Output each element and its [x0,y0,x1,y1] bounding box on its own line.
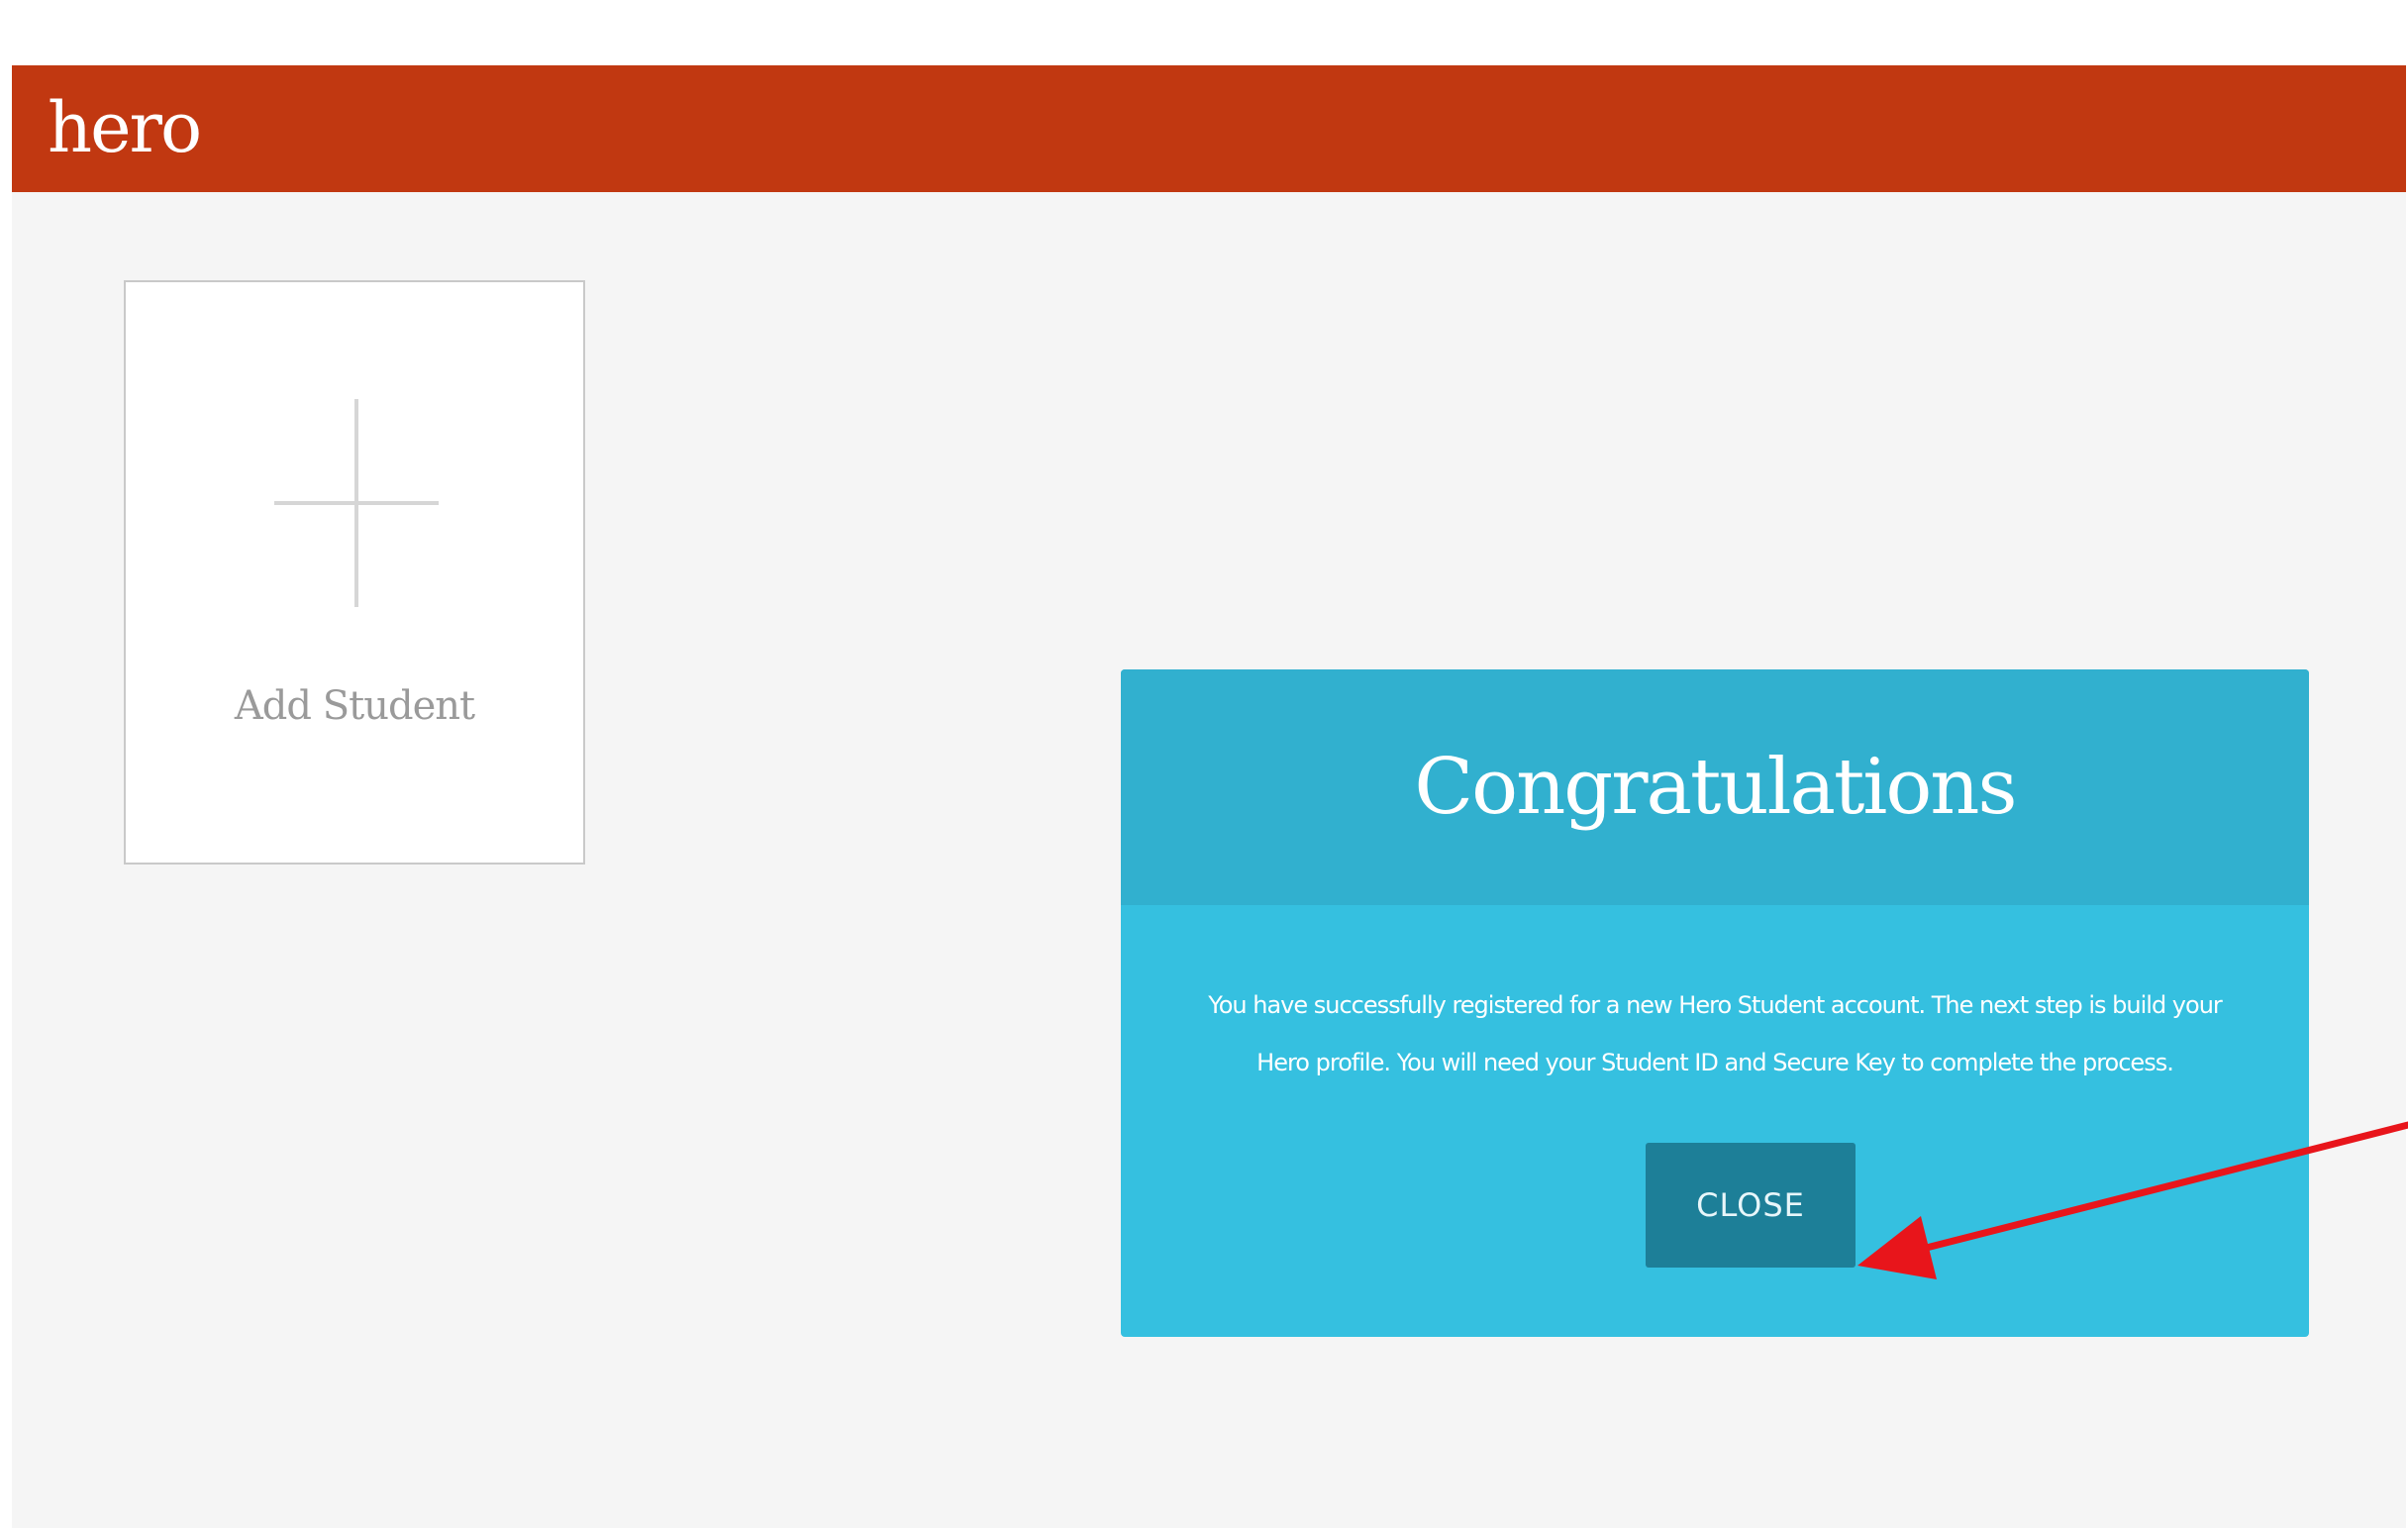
arrow-icon [1857,1121,2408,1279]
hero-logo[interactable]: hero [48,83,202,172]
modal-header: Congratulations [1121,669,2309,905]
top-navigation-bar: hero [12,65,2406,192]
add-student-card[interactable]: Add Student [124,280,585,865]
page: hero Add Student Congratulations You hav… [0,0,2408,1528]
plus-icon [274,399,439,607]
modal-title: Congratulations [1414,743,2017,832]
close-button[interactable]: CLOSE [1646,1143,1856,1268]
add-student-label: Add Student [234,683,475,729]
modal-message: You have successfully registered for a n… [1208,991,2223,1076]
